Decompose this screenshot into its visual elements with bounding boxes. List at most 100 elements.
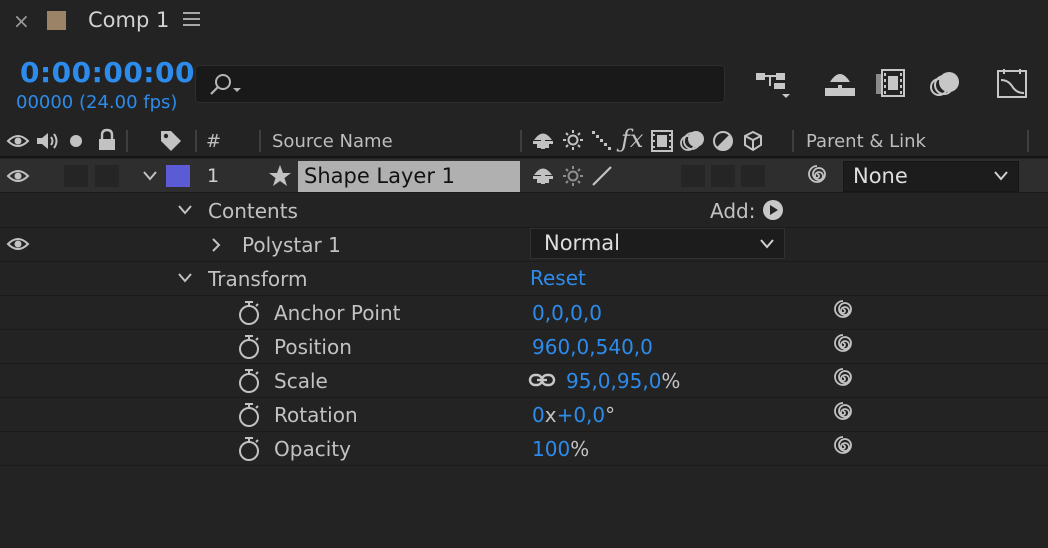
opacity-value-group: 100% xyxy=(532,437,589,461)
frame-rate-display: 00000 (24.00 fps) xyxy=(16,92,178,113)
layer-visibility-icon[interactable] xyxy=(6,166,30,186)
tab-title[interactable]: Comp 1 xyxy=(88,8,169,32)
collapse-transformations-icon[interactable] xyxy=(562,129,584,151)
3d-layer-icon[interactable] xyxy=(741,129,765,153)
column-source-name-header[interactable]: Source Name xyxy=(272,131,393,152)
collapse-switch-icon[interactable] xyxy=(562,165,584,187)
composition-mini-flowchart-icon[interactable] xyxy=(754,66,794,102)
composition-color-swatch xyxy=(47,11,66,30)
add-menu-icon[interactable] xyxy=(762,199,784,221)
layer-label-color[interactable] xyxy=(166,165,190,187)
pickwhip-icon[interactable] xyxy=(830,332,856,358)
rotation-degrees[interactable]: +0,0 xyxy=(557,403,606,427)
hamburger-menu-icon[interactable] xyxy=(183,12,200,26)
audio-icon[interactable] xyxy=(34,130,60,152)
motion-blur-icon[interactable] xyxy=(925,66,965,102)
chevron-right-icon[interactable] xyxy=(208,236,224,254)
adjustment-layer-switch[interactable] xyxy=(711,165,735,187)
lock-icon[interactable] xyxy=(96,128,118,152)
contents-row[interactable] xyxy=(0,194,1048,228)
rotation-value-group: 0x+0,0° xyxy=(532,403,615,427)
scale-value[interactable]: 95,0,95,0 xyxy=(566,369,661,393)
scale-unit: % xyxy=(661,369,681,393)
current-time-display[interactable]: 0:00:00:00 xyxy=(20,56,195,89)
opacity-value[interactable]: 100 xyxy=(532,437,570,461)
solo-switch[interactable] xyxy=(64,165,88,187)
layer-number: 1 xyxy=(207,165,220,187)
motion-blur-switch-icon[interactable] xyxy=(679,128,707,154)
polystar-row[interactable] xyxy=(0,228,1048,262)
position-value[interactable]: 960,0,540,0 xyxy=(532,335,653,359)
scale-value-group: 95,0,95,0% xyxy=(566,369,680,393)
stopwatch-icon[interactable] xyxy=(237,300,261,326)
shy-icon[interactable] xyxy=(531,129,555,153)
quality-switch-icon[interactable] xyxy=(590,164,614,188)
column-divider[interactable] xyxy=(1027,130,1029,152)
constrain-proportions-link-icon[interactable] xyxy=(528,371,556,389)
adjustment-layer-icon[interactable] xyxy=(712,130,734,152)
draft-3d-icon[interactable] xyxy=(820,66,860,102)
opacity-unit: % xyxy=(570,437,590,461)
column-parent-link-header[interactable]: Parent & Link xyxy=(806,131,926,152)
rotation-row[interactable] xyxy=(0,398,1048,432)
stopwatch-icon[interactable] xyxy=(237,436,261,462)
transform-label: Transform xyxy=(208,267,308,291)
property-name: Anchor Point xyxy=(274,301,401,325)
property-name: Scale xyxy=(274,369,328,393)
pickwhip-icon[interactable] xyxy=(804,163,830,189)
pickwhip-icon[interactable] xyxy=(830,434,856,460)
blend-mode-value: Normal xyxy=(544,231,620,255)
search-icon xyxy=(210,74,241,95)
quality-icon[interactable] xyxy=(590,129,614,153)
stopwatch-icon[interactable] xyxy=(237,402,261,428)
pickwhip-icon[interactable] xyxy=(830,366,856,392)
label-tag-icon[interactable] xyxy=(158,128,184,154)
3d-layer-switch[interactable] xyxy=(741,165,765,187)
column-number-header[interactable]: # xyxy=(206,131,221,152)
polystar-label: Polystar 1 xyxy=(242,233,341,257)
shy-switch-icon[interactable] xyxy=(531,164,555,188)
anchor-point-row[interactable] xyxy=(0,296,1048,330)
stopwatch-icon[interactable] xyxy=(237,368,261,394)
stopwatch-icon[interactable] xyxy=(237,334,261,360)
column-divider[interactable] xyxy=(195,130,197,152)
effects-icon[interactable]: ƒx xyxy=(621,125,643,153)
parent-value: None xyxy=(853,164,908,188)
contents-label: Contents xyxy=(208,199,298,223)
property-name: Position xyxy=(274,335,352,359)
graph-editor-icon[interactable] xyxy=(992,66,1032,102)
video-visibility-icon[interactable] xyxy=(6,131,30,151)
transform-row[interactable] xyxy=(0,262,1048,296)
polystar-visibility-icon[interactable] xyxy=(6,234,30,254)
reset-link[interactable]: Reset xyxy=(530,266,586,290)
pickwhip-icon[interactable] xyxy=(830,400,856,426)
column-divider[interactable] xyxy=(259,130,261,152)
position-row[interactable] xyxy=(0,330,1048,364)
rotation-x: x xyxy=(544,403,557,427)
solo-icon[interactable] xyxy=(67,132,85,150)
rotation-revolutions[interactable]: 0 xyxy=(532,403,545,427)
pickwhip-icon[interactable] xyxy=(830,298,856,324)
chevron-down-icon[interactable] xyxy=(176,202,194,218)
frame-blending-icon[interactable] xyxy=(872,66,912,102)
layer-name: Shape Layer 1 xyxy=(304,164,456,188)
chevron-down-icon[interactable] xyxy=(141,168,159,184)
column-divider[interactable] xyxy=(126,130,128,152)
opacity-row[interactable] xyxy=(0,432,1048,466)
search-input[interactable] xyxy=(195,65,725,103)
column-divider[interactable] xyxy=(792,130,794,152)
close-tab-icon[interactable]: × xyxy=(13,9,30,33)
property-name: Opacity xyxy=(274,437,351,461)
star-icon xyxy=(269,165,291,186)
chevron-down-icon[interactable] xyxy=(176,270,194,286)
frame-blend-switch-icon[interactable] xyxy=(650,129,674,153)
lock-switch[interactable] xyxy=(95,165,119,187)
motion-blur-switch[interactable] xyxy=(681,165,705,187)
add-label: Add: xyxy=(710,199,756,223)
property-name: Rotation xyxy=(274,403,358,427)
chevron-down-icon[interactable] xyxy=(758,236,776,252)
anchor-point-value[interactable]: 0,0,0,0 xyxy=(532,301,602,325)
column-divider[interactable] xyxy=(520,130,522,152)
chevron-down-icon[interactable] xyxy=(992,168,1010,184)
scale-row[interactable] xyxy=(0,364,1048,398)
